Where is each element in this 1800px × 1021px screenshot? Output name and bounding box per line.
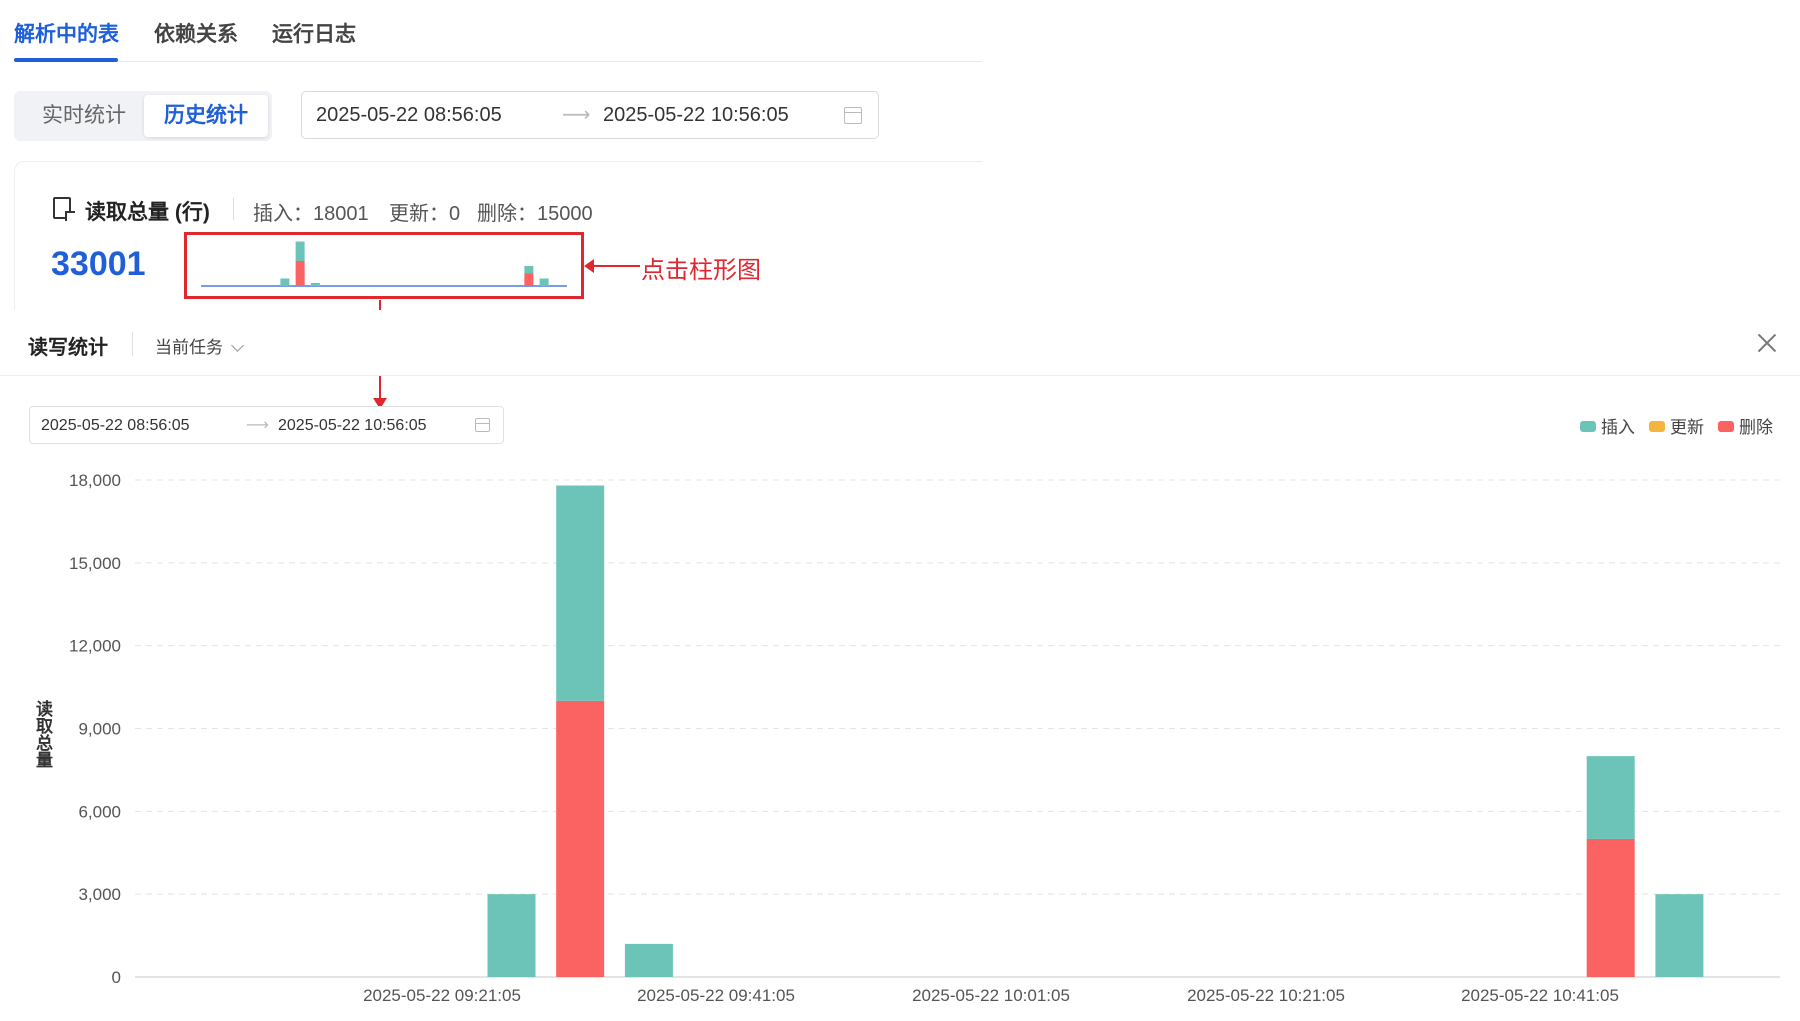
bar-insert xyxy=(1655,894,1704,977)
range-end-date[interactable]: 2025-05-22 10:56:05 xyxy=(603,104,789,127)
mini-bar-delete xyxy=(524,273,534,286)
close-icon[interactable] xyxy=(1756,332,1778,354)
mini-bar-delete xyxy=(295,261,305,286)
legend-insert-swatch xyxy=(1580,421,1596,432)
y-tick-label: 9,000 xyxy=(78,720,121,739)
update-label: 更新： xyxy=(389,203,449,225)
chart-calendar-icon[interactable] xyxy=(475,418,490,432)
delete-label: 删除： xyxy=(477,203,537,225)
y-tick-label: 0 xyxy=(112,968,121,987)
y-tick-label: 15,000 xyxy=(69,554,121,573)
annotation-text: 点击柱形图 xyxy=(641,257,761,284)
mini-bar-insert xyxy=(524,266,534,274)
bar-delete xyxy=(1586,838,1635,977)
read-total-value: 33001 xyxy=(51,245,146,283)
document-icon xyxy=(53,197,75,221)
insert-stat: 插入：18001 xyxy=(253,197,369,226)
top-date-range-picker[interactable]: 2025-05-22 08:56:05 ⟶ 2025-05-22 10:56:0… xyxy=(301,91,879,139)
bar-delete xyxy=(556,700,605,977)
mini-bar-chart-svg[interactable] xyxy=(187,235,581,296)
y-tick-label: 3,000 xyxy=(78,885,121,904)
legend-insert-label: 插入 xyxy=(1601,418,1635,437)
legend-update-label: 更新 xyxy=(1670,418,1704,437)
bar-insert xyxy=(624,943,673,977)
legend-update[interactable]: 更新 xyxy=(1649,413,1704,438)
delete-value: 15000 xyxy=(537,203,593,225)
y-tick-label: 12,000 xyxy=(69,637,121,656)
range-arrow-icon: ⟶ xyxy=(562,104,591,126)
calendar-icon[interactable] xyxy=(844,107,862,124)
mini-bar-insert xyxy=(280,278,290,286)
bar-insert xyxy=(487,894,536,977)
annotation-arrow-line xyxy=(590,265,640,267)
tab-parsing-tables[interactable]: 解析中的表 xyxy=(14,18,119,48)
update-value: 0 xyxy=(449,203,461,225)
legend-delete-label: 删除 xyxy=(1739,418,1773,437)
history-stats-button[interactable]: 历史统计 xyxy=(144,95,268,137)
active-tab-indicator xyxy=(14,58,118,62)
mini-bar-insert xyxy=(295,241,305,261)
chart-range-end[interactable]: 2025-05-22 10:56:05 xyxy=(278,417,427,435)
read-write-stats-header: 读写统计 当前任务 xyxy=(0,310,1800,376)
x-tick-label: 2025-05-22 09:41:05 xyxy=(637,986,795,1005)
panel-divider xyxy=(132,332,133,356)
insert-label: 插入： xyxy=(253,203,313,225)
x-tick-label: 2025-05-22 09:21:05 xyxy=(363,986,521,1005)
task-select[interactable]: 当前任务 xyxy=(155,333,244,358)
top-tabs: 解析中的表 依赖关系 运行日志 xyxy=(14,0,982,62)
insert-value: 18001 xyxy=(313,203,369,225)
x-tick-label: 2025-05-22 10:21:05 xyxy=(1187,986,1345,1005)
legend-delete-swatch xyxy=(1718,421,1734,432)
y-tick-label: 6,000 xyxy=(78,802,121,821)
legend-delete[interactable]: 删除 xyxy=(1718,413,1773,438)
task-select-value: 当前任务 xyxy=(155,338,223,357)
panel-title: 读写统计 xyxy=(28,337,108,359)
y-tick-label: 18,000 xyxy=(69,471,121,490)
chart-range-arrow-icon: ⟶ xyxy=(246,417,269,434)
bar-insert xyxy=(556,485,605,701)
card-title: 读取总量 (行) xyxy=(85,201,210,224)
chart-date-range-picker[interactable]: 2025-05-22 08:56:05 ⟶ 2025-05-22 10:56:0… xyxy=(29,406,504,444)
chevron-down-icon xyxy=(231,339,244,352)
mini-bar-insert xyxy=(539,278,549,286)
bar-insert xyxy=(1586,756,1635,839)
legend-update-swatch xyxy=(1649,421,1665,432)
delete-stat: 删除：15000 xyxy=(477,197,593,226)
legend-insert[interactable]: 插入 xyxy=(1580,413,1635,438)
range-start-date[interactable]: 2025-05-22 08:56:05 xyxy=(316,104,502,127)
tab-run-logs[interactable]: 运行日志 xyxy=(272,18,356,48)
stats-mode-toggle: 实时统计 历史统计 xyxy=(14,91,272,141)
mini-bar-chart[interactable] xyxy=(184,232,584,299)
chart-range-start[interactable]: 2025-05-22 08:56:05 xyxy=(41,417,190,435)
x-tick-label: 2025-05-22 10:01:05 xyxy=(912,986,1070,1005)
mini-bar-insert xyxy=(310,283,320,286)
x-tick-label: 2025-05-22 10:41:05 xyxy=(1461,986,1619,1005)
read-write-bar-chart: 18,000 15,000 12,000 9,000 6,000 3,000 0 2025-… xyxy=(69,471,1780,1005)
tab-dependencies[interactable]: 依赖关系 xyxy=(154,18,238,48)
update-stat: 更新：0 xyxy=(389,197,460,226)
card-divider xyxy=(233,198,234,220)
realtime-stats-button[interactable]: 实时统计 xyxy=(20,95,148,137)
